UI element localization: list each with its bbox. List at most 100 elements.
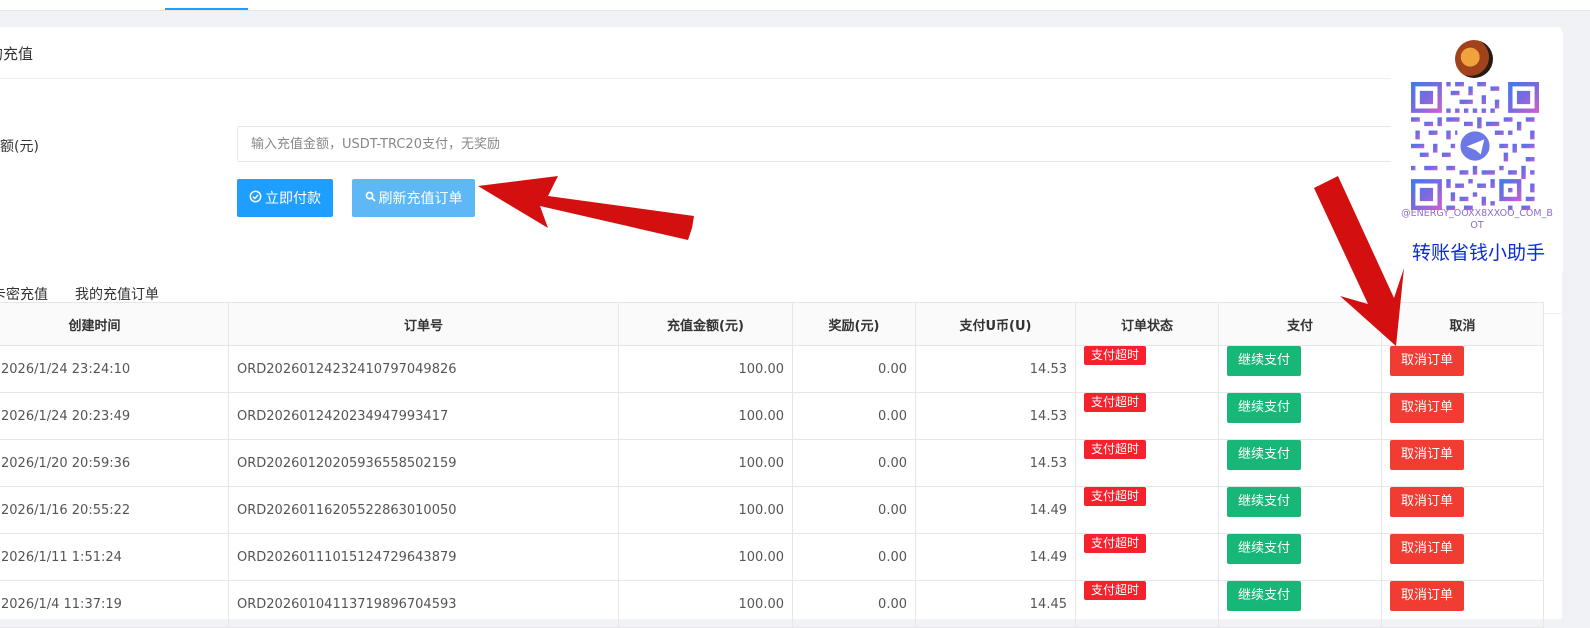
pay-cell: 继续支付 (1218, 580, 1382, 628)
pay-cell: 继续支付 (1218, 439, 1382, 487)
bot-handle-text: @ENERGY_OOXX8XXOO_COM_BOT (1401, 208, 1553, 231)
table-row: 2026/1/24 23:24:10 ORD202601242324107970… (0, 345, 1544, 393)
page-title: 的充值 (0, 45, 34, 63)
continue-pay-button[interactable]: 继续支付 (1227, 440, 1301, 470)
refresh-orders-button[interactable]: 刷新充值订单 (352, 179, 475, 217)
cancel-cell: 取消订单 (1381, 486, 1544, 534)
promo-caption: 转账省钱小助手 (1411, 242, 1545, 264)
amount-cell: 100.00 (618, 486, 793, 534)
usdt-cell: 14.49 (915, 533, 1076, 581)
pay-cell: 继续支付 (1218, 533, 1382, 581)
search-icon (365, 190, 376, 206)
column-header-amount: 充值金额(元) (618, 302, 793, 346)
cancel-cell: 取消订单 (1381, 439, 1544, 487)
status-cell: 支付超时 (1075, 580, 1219, 628)
created-time-cell: 2026/1/11 1:51:24 (0, 533, 229, 581)
column-header-status: 订单状态 (1075, 302, 1219, 346)
created-time-cell: 2026/1/16 20:55:22 (0, 486, 229, 534)
status-cell: 支付超时 (1075, 533, 1219, 581)
qr-promo-panel: @ENERGY_OOXX8XXOO_COM_BOT 转账省钱小助手 (1391, 32, 1563, 272)
bot-avatar (1455, 40, 1493, 78)
refresh-orders-label: 刷新充值订单 (378, 191, 463, 207)
column-header-cancel: 取消 (1381, 302, 1544, 346)
order-no-cell: ORD20260104113719896704593 (228, 580, 619, 628)
table-row: 2026/1/4 11:37:19 ORD2026010411371989670… (0, 580, 1544, 628)
status-cell: 支付超时 (1075, 345, 1219, 393)
bonus-cell: 0.00 (792, 392, 916, 440)
usdt-cell: 14.53 (915, 392, 1076, 440)
table-row: 2026/1/24 20:23:49 ORD202601242023494799… (0, 392, 1544, 440)
pay-cell: 继续支付 (1218, 486, 1382, 534)
card-header: 的充值 (0, 27, 1562, 79)
order-no-cell: ORD20260124202349479934​17 (228, 392, 619, 440)
amount-label: 金额(元) (0, 139, 39, 155)
status-badge: 支付超时 (1084, 440, 1147, 459)
qr-code-image (1411, 82, 1539, 210)
continue-pay-button[interactable]: 继续支付 (1227, 581, 1301, 611)
cancel-order-button[interactable]: 取消订单 (1390, 534, 1464, 564)
column-header-bonus: 奖励(元) (792, 302, 916, 346)
order-no-cell: ORD20260124232410797049826 (228, 345, 619, 393)
pay-cell: 继续支付 (1218, 345, 1382, 393)
amount-cell: 100.00 (618, 439, 793, 487)
table-row: 2026/1/20 20:59:36 ORD202601202059365585… (0, 439, 1544, 487)
orders-table: 创建时间 订单号 充值金额(元) 奖励(元) 支付U币(U) 订单状态 支付 取… (0, 302, 1544, 628)
top-nav-bar (0, 0, 1590, 11)
order-no-cell: ORD20260111015124729643879 (228, 533, 619, 581)
table-row: 2026/1/16 20:55:22 ORD202601162055228630… (0, 486, 1544, 534)
cancel-cell: 取消订单 (1381, 533, 1544, 581)
cancel-order-button[interactable]: 取消订单 (1390, 440, 1464, 470)
column-header-pay: 支付 (1218, 302, 1382, 346)
status-cell: 支付超时 (1075, 439, 1219, 487)
column-header-usdt: 支付U币(U) (915, 302, 1076, 346)
tab-my-orders[interactable]: 我的充值订单 (75, 284, 159, 304)
continue-pay-button[interactable]: 继续支付 (1227, 346, 1301, 376)
pay-cell: 继续支付 (1218, 392, 1382, 440)
tab-card-recharge[interactable]: 卡密充值 (0, 284, 48, 304)
column-header-order-no: 订单号 (228, 302, 619, 346)
cancel-order-button[interactable]: 取消订单 (1390, 487, 1464, 517)
bonus-cell: 0.00 (792, 439, 916, 487)
amount-cell: 100.00 (618, 533, 793, 581)
order-no-cell: ORD20260116205522863010050 (228, 486, 619, 534)
status-badge: 支付超时 (1084, 581, 1147, 600)
pay-now-label: 立即付款 (265, 191, 321, 207)
created-time-cell: 2026/1/24 20:23:49 (0, 392, 229, 440)
cancel-order-button[interactable]: 取消订单 (1390, 581, 1464, 611)
bonus-cell: 0.00 (792, 580, 916, 628)
created-time-cell: 2026/1/20 20:59:36 (0, 439, 229, 487)
table-header-row: 创建时间 订单号 充值金额(元) 奖励(元) 支付U币(U) 订单状态 支付 取… (0, 302, 1544, 346)
status-cell: 支付超时 (1075, 486, 1219, 534)
status-badge: 支付超时 (1084, 534, 1147, 553)
active-nav-indicator (165, 8, 248, 10)
table-row: 2026/1/11 1:51:24 ORD2026011101512472964… (0, 533, 1544, 581)
pay-now-button[interactable]: 立即付款 (237, 179, 333, 217)
status-badge: 支付超时 (1084, 487, 1147, 506)
continue-pay-button[interactable]: 继续支付 (1227, 487, 1301, 517)
continue-pay-button[interactable]: 继续支付 (1227, 534, 1301, 564)
status-badge: 支付超时 (1084, 393, 1147, 412)
amount-cell: 100.00 (618, 580, 793, 628)
amount-input[interactable] (237, 126, 1427, 162)
cancel-cell: 取消订单 (1381, 580, 1544, 628)
cancel-cell: 取消订单 (1381, 345, 1544, 393)
bonus-cell: 0.00 (792, 533, 916, 581)
cancel-order-button[interactable]: 取消订单 (1390, 393, 1464, 423)
cancel-order-button[interactable]: 取消订单 (1390, 346, 1464, 376)
check-circle-icon (249, 190, 262, 207)
bonus-cell: 0.00 (792, 486, 916, 534)
created-time-cell: 2026/1/24 23:24:10 (0, 345, 229, 393)
bonus-cell: 0.00 (792, 345, 916, 393)
amount-cell: 100.00 (618, 392, 793, 440)
continue-pay-button[interactable]: 继续支付 (1227, 393, 1301, 423)
order-no-cell: ORD20260120205936558502159 (228, 439, 619, 487)
column-header-created-time: 创建时间 (0, 302, 229, 346)
created-time-cell: 2026/1/4 11:37:19 (0, 580, 229, 628)
usdt-cell: 14.53 (915, 345, 1076, 393)
usdt-cell: 14.45 (915, 580, 1076, 628)
cancel-cell: 取消订单 (1381, 392, 1544, 440)
amount-cell: 100.00 (618, 345, 793, 393)
status-cell: 支付超时 (1075, 392, 1219, 440)
status-badge: 支付超时 (1084, 346, 1147, 365)
usdt-cell: 14.49 (915, 486, 1076, 534)
